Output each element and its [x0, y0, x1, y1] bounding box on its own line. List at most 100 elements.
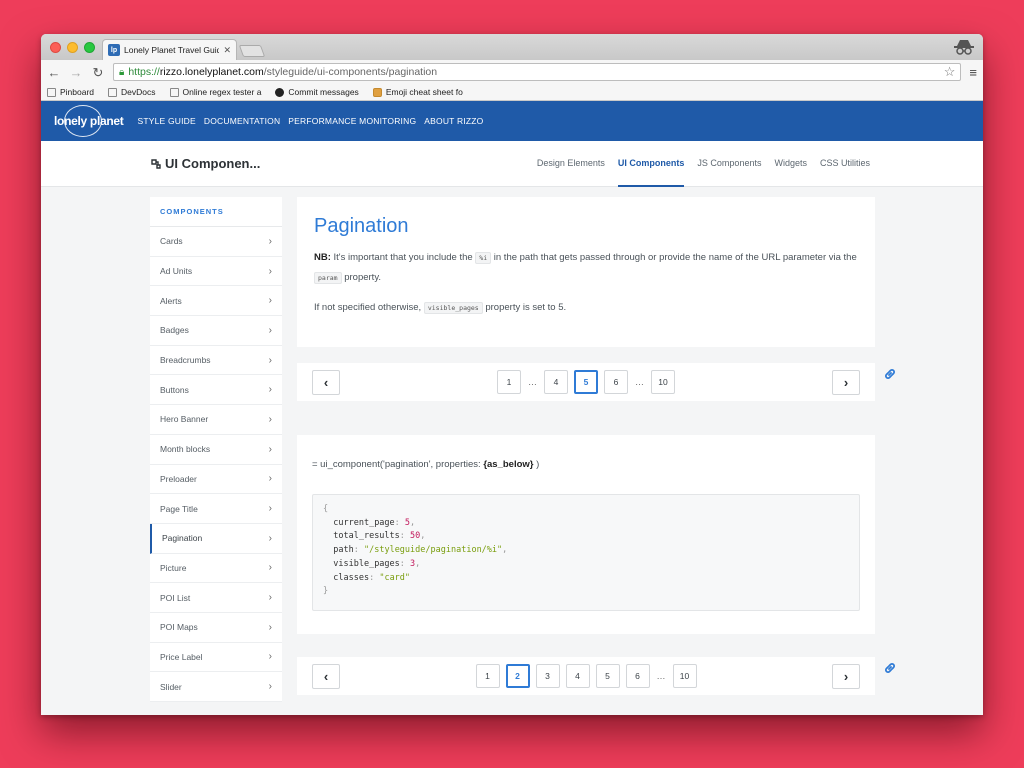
page-button-3[interactable]: 3 [535, 664, 560, 688]
lock-icon: 🔒︎ [119, 66, 125, 78]
page-button-6[interactable]: 6 [625, 664, 650, 688]
pagination-demo-2: ‹ 1 2 3 4 5 6 … 10 › [297, 657, 875, 695]
nav-style-guide[interactable]: STYLE GUIDE [137, 116, 195, 126]
menu-icon[interactable]: ≡ [969, 65, 977, 80]
bookmark-regex-tester[interactable]: Online regex tester a [169, 87, 261, 97]
chevron-right-icon: › [268, 384, 272, 396]
page-ellipsis: … [656, 671, 666, 681]
incognito-icon [954, 40, 974, 55]
sidebar-item-label: POI Maps [160, 622, 198, 633]
next-page-button[interactable]: › [832, 369, 860, 395]
page-button-4[interactable]: 4 [565, 664, 590, 688]
sidebar-item-poi-maps[interactable]: POI Maps › [150, 613, 282, 643]
sidebar-item-pagination[interactable]: Pagination › [150, 523, 282, 554]
sidebar-item-cards[interactable]: Cards › [150, 227, 282, 257]
component-icon [151, 158, 161, 169]
link-icon[interactable] [883, 367, 897, 381]
page-button-10[interactable]: 10 [651, 370, 675, 394]
chevron-right-icon: › [268, 503, 272, 515]
next-page-button[interactable]: › [832, 663, 860, 689]
sidebar-item-alerts[interactable]: Alerts › [150, 286, 282, 317]
new-tab-button[interactable] [238, 45, 266, 57]
sidebar-item-label: Alerts [160, 295, 182, 306]
sidebar-item-label: Month blocks [160, 444, 211, 455]
reload-icon[interactable]: ↻ [91, 66, 105, 79]
url-path: /styleguide/ui-components/pagination [263, 66, 438, 78]
sidebar-item-buttons[interactable]: Buttons › [150, 375, 282, 406]
sidebar-item-ad-units[interactable]: Ad Units › [150, 257, 282, 287]
browser-tab[interactable]: lp Lonely Planet Travel Guide ✕ [102, 39, 237, 60]
sidebar-heading: COMPONENTS [150, 197, 282, 227]
bookmark-star-icon[interactable]: ☆ [944, 64, 956, 80]
inline-code: visible_pages [423, 302, 483, 314]
sidebar-list: Cards › Ad Units › Alerts › Badges › Breadcrumbs… [150, 227, 282, 702]
intro-panel: Pagination NB: It's important that you i… [297, 197, 875, 347]
page-list: 1 2 3 4 5 6 … 10 [475, 664, 697, 688]
page-button-1[interactable]: 1 [497, 370, 521, 394]
chevron-right-icon: › [268, 235, 272, 247]
sidebar-item-preloader[interactable]: Preloader › [150, 465, 282, 495]
sidebar-item-month-blocks[interactable]: Month blocks › [150, 435, 282, 465]
sidebar-item-breadcrumbs[interactable]: Breadcrumbs › [150, 346, 282, 376]
sidebar-item-label: Preloader [160, 473, 197, 484]
forward-arrow-icon[interactable]: → [69, 66, 83, 79]
window-controls [50, 42, 95, 53]
tab-widgets[interactable]: Widgets [774, 141, 807, 187]
back-arrow-icon[interactable]: ← [47, 66, 61, 79]
github-icon [275, 87, 285, 97]
page-content: COMPONENTS Cards › Ad Units › Alerts › Badges ›… [41, 187, 983, 715]
sidebar-item-slider[interactable]: Slider › [150, 672, 282, 702]
inline-code: %i [475, 252, 492, 264]
nav-performance-monitoring[interactable]: PERFORMANCE MONITORING [288, 116, 416, 126]
tab-ui-components[interactable]: UI Components [617, 141, 685, 187]
close-window-button[interactable] [50, 42, 61, 53]
sidebar-item-hero-banner[interactable]: Hero Banner › [150, 405, 282, 435]
code-line: classes: "card" [333, 572, 411, 583]
minimize-window-button[interactable] [67, 42, 78, 53]
tab-close-icon[interactable]: ✕ [223, 45, 231, 56]
chevron-right-icon: › [268, 324, 272, 336]
nb-label: NB: [314, 252, 331, 263]
link-icon[interactable] [883, 661, 897, 675]
prev-page-button[interactable]: ‹ [312, 663, 340, 689]
tab-design-elements[interactable]: Design Elements [537, 141, 605, 187]
nav-about-rizzo[interactable]: ABOUT RIZZO [424, 116, 483, 126]
intro-note: NB: It's important that you include the … [314, 252, 857, 284]
chevron-right-icon: › [268, 295, 272, 307]
sidebar-item-label: Page Title [160, 503, 198, 514]
bookmark-devdocs[interactable]: DevDocs [108, 87, 156, 97]
page-button-10[interactable]: 10 [672, 664, 697, 688]
sidebar-item-label: Ad Units [160, 266, 193, 277]
sidebar-item-price-label[interactable]: Price Label › [150, 643, 282, 673]
chevron-right-icon: › [268, 562, 272, 574]
page-button-2[interactable]: 2 [505, 664, 530, 688]
tab-css-utilities[interactable]: CSS Utilities [820, 141, 870, 187]
page-button-6[interactable]: 6 [604, 370, 628, 394]
logo-ring-icon [64, 105, 102, 137]
section-title: UI Componen... [150, 156, 260, 171]
chevron-right-icon: › [268, 592, 272, 604]
bookmark-emoji-cheat-sheet[interactable]: Emoji cheat sheet fo [372, 87, 463, 97]
bookmark-commit-messages[interactable]: Commit messages [275, 87, 359, 97]
sidebar-item-badges[interactable]: Badges › [150, 316, 282, 346]
regex-icon [169, 87, 179, 97]
page-ellipsis: … [635, 377, 644, 387]
code-block: { current_page: 5, total_results: 50, pa… [312, 494, 860, 611]
chevron-right-icon: › [268, 473, 272, 485]
url-scheme: https:// [128, 66, 160, 78]
lonely-planet-logo[interactable]: lonely planet [54, 105, 124, 137]
prev-page-button[interactable]: ‹ [312, 369, 340, 395]
nav-documentation[interactable]: DOCUMENTATION [204, 116, 280, 126]
sidebar-item-poi-list[interactable]: POI List › [150, 583, 282, 613]
tab-js-components[interactable]: JS Components [697, 141, 761, 187]
address-bar[interactable]: 🔒︎ https:// rizzo.lonelyplanet.com /styl… [113, 63, 962, 81]
bookmark-pinboard[interactable]: Pinboard [47, 87, 94, 97]
zoom-window-button[interactable] [84, 42, 95, 53]
page-button-5[interactable]: 5 [574, 370, 598, 394]
page-button-1[interactable]: 1 [475, 664, 500, 688]
sidebar-item-picture[interactable]: Picture › [150, 554, 282, 584]
sidebar-item-page-title[interactable]: Page Title › [150, 494, 282, 524]
page-button-4[interactable]: 4 [544, 370, 568, 394]
code-line: visible_pages: 3, [333, 558, 421, 569]
page-button-5[interactable]: 5 [595, 664, 620, 688]
